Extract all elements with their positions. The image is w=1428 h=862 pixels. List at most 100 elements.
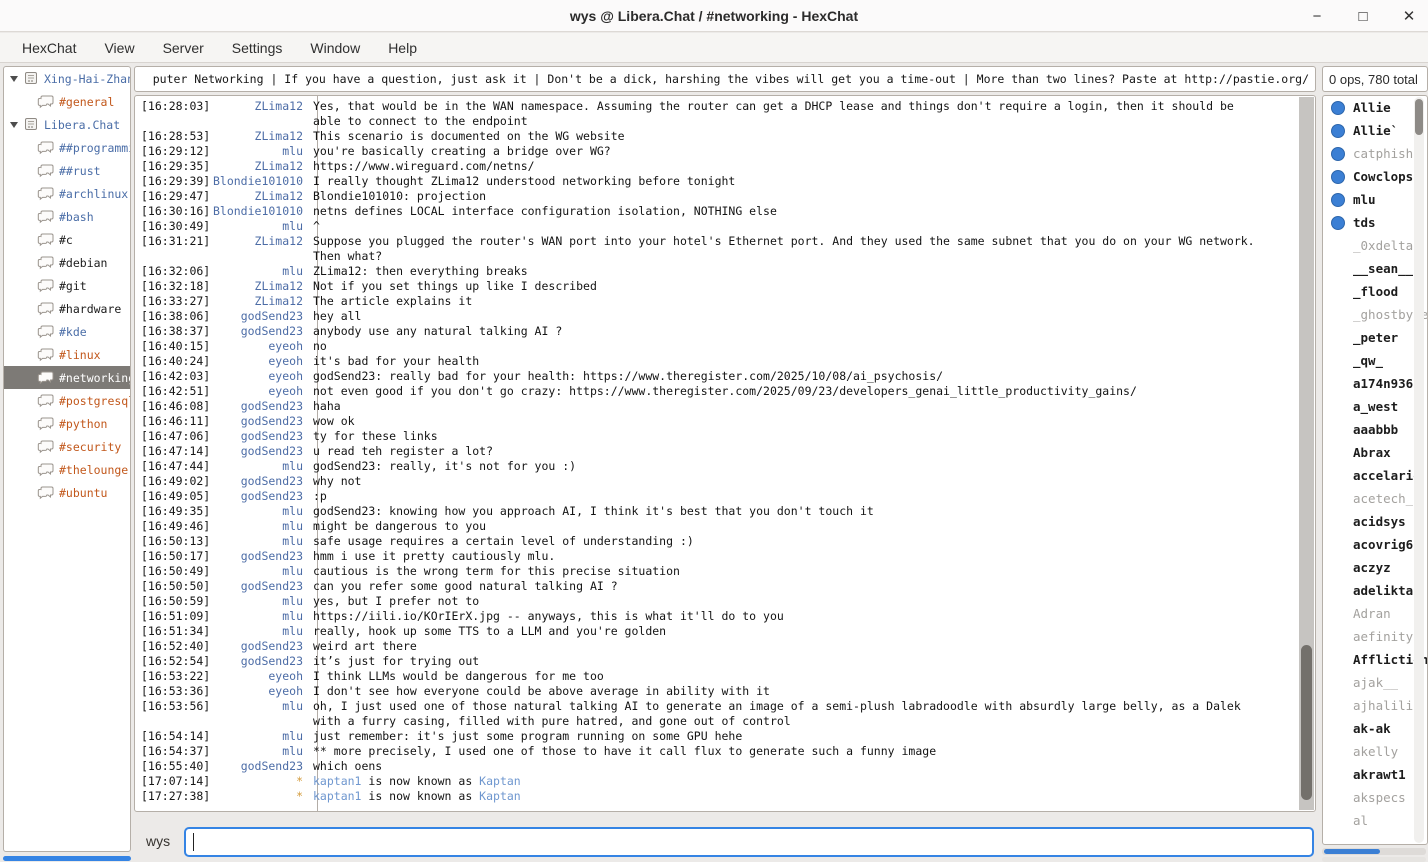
chat-message-row[interactable]: [16:29:35]ZLima12https://www.wireguard.c… <box>135 159 1295 174</box>
tree-item--rust[interactable]: ##rust <box>4 159 130 182</box>
menu-view[interactable]: View <box>90 36 148 60</box>
chat-message-row[interactable]: [16:31:21]ZLima12Suppose you plugged the… <box>135 234 1295 264</box>
tree-item--bash[interactable]: #bash <box>4 205 130 228</box>
chat-message-row[interactable]: [16:53:22]eyeohI think LLMs would be dan… <box>135 669 1295 684</box>
tree-item--security[interactable]: #security <box>4 435 130 458</box>
userlist-item--ghostbyte[interactable]: _ghostbyte <box>1323 303 1427 326</box>
tree-item--programming[interactable]: ##programming <box>4 136 130 159</box>
chat-message-row[interactable]: [16:47:14]godSend23u read teh register a… <box>135 444 1295 459</box>
userlist-item--qw-[interactable]: _qw_ <box>1323 349 1427 372</box>
chat-message-row[interactable]: [16:54:37]mlu** more precisely, I used o… <box>135 744 1295 759</box>
chat-message-row[interactable]: [16:28:03]ZLima12Yes, that would be in t… <box>135 99 1295 129</box>
userlist-hscroll-thumb[interactable] <box>1324 849 1380 854</box>
chat-message-row[interactable]: [16:49:05]godSend23:p <box>135 489 1295 504</box>
chat-message-row[interactable]: [16:32:06]mluZLima12: then everything br… <box>135 264 1295 279</box>
tree-item-libera-chat[interactable]: Libera.Chat <box>4 113 130 136</box>
tree-item--general[interactable]: #general <box>4 90 130 113</box>
userlist-item--flood[interactable]: _flood <box>1323 280 1427 303</box>
userlist-item-accelario[interactable]: accelario <box>1323 464 1427 487</box>
tree-horizontal-scrollbar[interactable] <box>3 856 131 861</box>
tree-item--python[interactable]: #python <box>4 412 130 435</box>
userlist-vertical-scrollbar[interactable] <box>1414 97 1424 843</box>
userlist-item-akrawt1[interactable]: akrawt1 <box>1323 763 1427 786</box>
userlist-item-allie-[interactable]: Allie` <box>1323 119 1427 142</box>
minimize-button[interactable]: − <box>1306 5 1328 27</box>
userlist-vscroll-thumb[interactable] <box>1415 99 1423 135</box>
chat-message-row[interactable]: [16:32:18]ZLima12Not if you set things u… <box>135 279 1295 294</box>
chat-message-row[interactable]: [16:38:37]godSend23anybody use any natur… <box>135 324 1295 339</box>
message-input[interactable] <box>184 827 1314 857</box>
userlist-item-a-west[interactable]: a_west <box>1323 395 1427 418</box>
expander-triangle-icon[interactable] <box>10 76 18 82</box>
userlist-item-tds[interactable]: tds <box>1323 211 1427 234</box>
chat-message-row[interactable]: [17:27:38]*kaptan1 is now known as Kapta… <box>135 789 1295 804</box>
chat-message-row[interactable]: [16:29:12]mluyou're basically creating a… <box>135 144 1295 159</box>
chat-message-row[interactable]: [16:49:35]mlugodSend23: knowing how you … <box>135 504 1295 519</box>
userlist-item-ajak-[interactable]: ajak__ <box>1323 671 1427 694</box>
tree-item--c[interactable]: #c <box>4 228 130 251</box>
userlist-item-abrax[interactable]: Abrax <box>1323 441 1427 464</box>
chat-message-row[interactable]: [16:46:11]godSend23wow ok <box>135 414 1295 429</box>
close-button[interactable]: ✕ <box>1398 5 1420 27</box>
chat-message-row[interactable]: [16:30:16]Blondie101010netns defines LOC… <box>135 204 1295 219</box>
tree-item--kde[interactable]: #kde <box>4 320 130 343</box>
userlist-item-catphish[interactable]: catphish <box>1323 142 1427 165</box>
chat-message-row[interactable]: [16:40:15]eyeohno <box>135 339 1295 354</box>
chat-message-row[interactable]: [16:49:02]godSend23why not <box>135 474 1295 489</box>
chat-message-row[interactable]: [16:46:08]godSend23haha <box>135 399 1295 414</box>
userlist-item-affliction[interactable]: Affliction <box>1323 648 1427 671</box>
chat-message-row[interactable]: [16:30:49]mlu^ <box>135 219 1295 234</box>
chat-message-row[interactable]: [16:50:59]mluyes, but I prefer not to <box>135 594 1295 609</box>
menu-settings[interactable]: Settings <box>218 36 297 60</box>
topic-bar[interactable]: puter Networking | If you have a questio… <box>134 66 1316 92</box>
chat-scrollbar[interactable] <box>1299 97 1314 810</box>
userlist-item-aefinity[interactable]: aefinity <box>1323 625 1427 648</box>
userlist-item--peter[interactable]: _peter <box>1323 326 1427 349</box>
menu-help[interactable]: Help <box>374 36 431 60</box>
tree-item--thelounge[interactable]: #thelounge <box>4 458 130 481</box>
chat-message-row[interactable]: [16:52:40]godSend23weird art there <box>135 639 1295 654</box>
tree-item--networking[interactable]: #networking <box>4 366 130 389</box>
tree-item--git[interactable]: #git <box>4 274 130 297</box>
tree-item--postgresql[interactable]: #postgresql <box>4 389 130 412</box>
chat-message-row[interactable]: [16:53:36]eyeohI don't see how everyone … <box>135 684 1295 699</box>
maximize-button[interactable]: □ <box>1352 5 1374 27</box>
userlist-item-allie[interactable]: Allie <box>1323 96 1427 119</box>
userlist-item-mlu[interactable]: mlu <box>1323 188 1427 211</box>
chat-message-row[interactable]: [16:53:56]mluoh, I just used one of thos… <box>135 699 1295 729</box>
menu-server[interactable]: Server <box>149 36 218 60</box>
chat-message-row[interactable]: [16:50:17]godSend23hmm i use it pretty c… <box>135 549 1295 564</box>
chat-message-row[interactable]: [16:29:39]Blondie101010I really thought … <box>135 174 1295 189</box>
userlist-item-acidsys[interactable]: acidsys <box>1323 510 1427 533</box>
userlist-item-al[interactable]: al <box>1323 809 1427 832</box>
tree-item--linux[interactable]: #linux <box>4 343 130 366</box>
chat-message-row[interactable]: [16:42:51]eyeohnot even good if you don'… <box>135 384 1295 399</box>
userlist-item-adran[interactable]: Adran <box>1323 602 1427 625</box>
chat-scrollbar-thumb[interactable] <box>1301 645 1312 800</box>
chat-message-row[interactable]: [16:51:34]mlureally, hook up some TTS to… <box>135 624 1295 639</box>
chat-message-row[interactable]: [16:54:14]mlujust remember: it's just so… <box>135 729 1295 744</box>
menu-window[interactable]: Window <box>296 36 374 60</box>
chat-message-row[interactable]: [16:40:24]eyeohit's bad for your health <box>135 354 1295 369</box>
chat-message-row[interactable]: [16:47:06]godSend23ty for these links <box>135 429 1295 444</box>
chat-message-row[interactable]: [16:52:54]godSend23it’s just for trying … <box>135 654 1295 669</box>
tree-item--hardware[interactable]: #hardware <box>4 297 130 320</box>
chat-message-row[interactable]: [16:42:03]eyeohgodSend23: really bad for… <box>135 369 1295 384</box>
chat-message-row[interactable]: [16:55:40]godSend23which oens <box>135 759 1295 774</box>
userlist-item-ajhalili2[interactable]: ajhalili2 <box>1323 694 1427 717</box>
chat-message-row[interactable]: [16:50:50]godSend23can you refer some go… <box>135 579 1295 594</box>
chat-message-row[interactable]: [16:50:49]mlucautious is the wrong term … <box>135 564 1295 579</box>
chat-area[interactable]: [16:28:03]ZLima12Yes, that would be in t… <box>134 95 1316 812</box>
userlist-item-ak-ak[interactable]: ak-ak <box>1323 717 1427 740</box>
userlist-horizontal-scrollbar[interactable] <box>1322 848 1426 855</box>
userlist-item-aaabbb[interactable]: aaabbb <box>1323 418 1427 441</box>
tree-item-xing-hai-zhan[interactable]: Xing-Hai-Zhan <box>4 67 130 90</box>
chat-message-row[interactable]: [16:29:47]ZLima12Blondie101010: projecti… <box>135 189 1295 204</box>
tree-item--ubuntu[interactable]: #ubuntu <box>4 481 130 504</box>
userlist-item--sean-[interactable]: __sean__ <box>1323 257 1427 280</box>
userlist-item-akelly[interactable]: akelly <box>1323 740 1427 763</box>
chat-message-row[interactable]: [16:38:06]godSend23hey all <box>135 309 1295 324</box>
userlist-item-cowclops-[interactable]: Cowclops` <box>1323 165 1427 188</box>
chat-message-row[interactable]: [16:50:13]mlusafe usage requires a certa… <box>135 534 1295 549</box>
menu-hexchat[interactable]: HexChat <box>8 36 90 60</box>
